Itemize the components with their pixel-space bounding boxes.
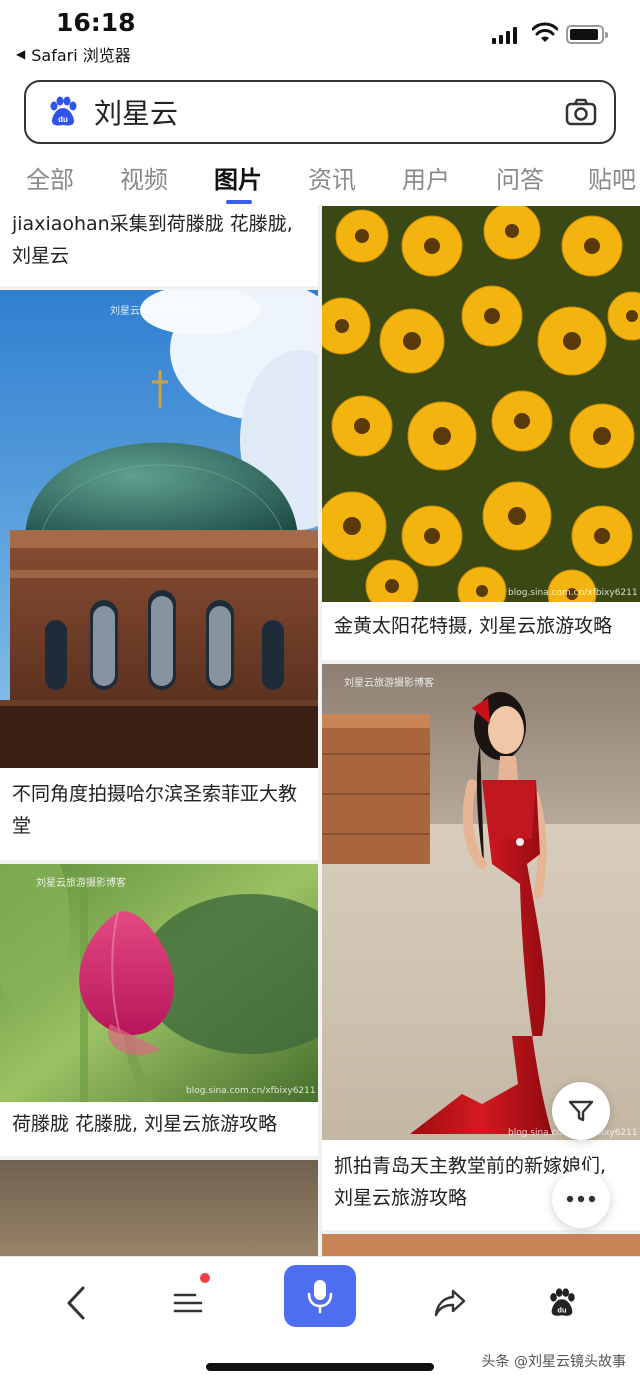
lotus-bud-photo[interactable] [0,864,318,1102]
tab-users[interactable]: 用户 [402,160,450,195]
result-caption: 金黄太阳花特摄, 刘星云旅游攻略 [334,615,613,637]
result-card[interactable] [322,1234,640,1256]
svg-text:du: du [557,1305,567,1314]
tab-qa[interactable]: 问答 [496,160,544,195]
camera-icon[interactable] [564,95,598,129]
tab-images[interactable]: 图片 [214,160,262,195]
category-tabs: 全部 视频 图片 资讯 用户 问答 贴吧 [0,158,640,206]
result-caption: 不同角度拍摄哈尔滨圣索菲亚大教堂 [12,783,298,837]
image-results-feed[interactable]: jiaxiaohan采集到荷滕胧 花滕胧, 刘星云 刘星云旅游摄影博客 不同角度… [0,206,640,1256]
menu-button[interactable] [158,1273,218,1333]
cellular-signal-icon [492,26,517,44]
tab-video[interactable]: 视频 [120,160,168,195]
svg-text:du: du [58,115,68,124]
filter-icon [568,1100,594,1122]
source-credit: 头条 @刘星云镜头故事 [481,1354,626,1370]
share-button[interactable] [420,1273,480,1333]
result-card[interactable]: 刘星云旅游摄影博客 blog.sina.com.cn/xfbixy6211 抓拍… [322,664,640,1230]
notification-dot [200,1273,210,1283]
sunset-photo[interactable] [0,1160,318,1256]
tab-news[interactable]: 资讯 [308,160,356,195]
battery-icon [566,25,608,44]
result-card[interactable]: jiaxiaohan采集到荷滕胧 花滕胧, 刘星云 [0,206,318,286]
tab-tieba[interactable]: 贴吧 [588,160,636,195]
back-app-label: Safari 浏览器 [31,46,131,65]
status-time: 16:18 [56,8,136,37]
baidu-home-button[interactable]: du [532,1273,592,1333]
sunflower-photo[interactable] [322,206,640,602]
result-card[interactable]: 刘星云旅游摄影博客 不同角度拍摄哈尔滨圣索菲亚大教堂 [0,290,318,860]
result-caption: 荷滕胧 花滕胧, 刘星云旅游攻略 [12,1113,278,1135]
photo-watermark: 刘星云旅游摄影博客 [344,678,434,689]
baidu-paw-icon: du [50,96,77,126]
baidu-paw-icon: du [550,1288,575,1316]
voice-search-button[interactable] [284,1265,356,1327]
more-options-button[interactable] [552,1170,610,1228]
status-bar: 16:18 ◀ Safari 浏览器 [0,0,640,70]
result-card[interactable]: 刘星云旅游摄影博客 blog.sina.com.cn/xfbixy6211 荷滕… [0,864,318,1156]
tab-all[interactable]: 全部 [26,160,74,195]
home-indicator [206,1363,434,1371]
photo-source-url: blog.sina.com.cn/xfbixy6211 [186,1086,316,1096]
wifi-icon [532,22,558,42]
back-button[interactable] [46,1273,106,1333]
bottom-toolbar: du 头条 @刘星云镜头故事 [0,1256,640,1384]
red-dress-photo[interactable] [322,664,640,1140]
microphone-icon [307,1280,333,1314]
photo-watermark: 刘星云旅游摄影博客 [110,306,200,317]
share-arrow-icon [434,1289,466,1317]
search-input[interactable]: 刘星云 [94,92,564,132]
menu-icon [173,1293,203,1313]
search-bar[interactable]: du 刘星云 [24,80,616,144]
filter-button[interactable] [552,1082,610,1140]
result-card[interactable]: blog.sina.com.cn/xfbixy6211 金黄太阳花特摄, 刘星云… [322,206,640,660]
result-caption: jiaxiaohan采集到荷滕胧 花滕胧, 刘星云 [12,213,293,267]
cathedral-photo[interactable] [0,290,318,768]
more-dots-icon [566,1195,596,1203]
active-tab-indicator [226,200,252,204]
back-to-safari-link[interactable]: ◀ Safari 浏览器 [16,42,131,66]
chevron-left-icon [67,1286,85,1320]
result-thumbnail[interactable] [322,1234,640,1256]
result-card[interactable] [0,1160,318,1256]
photo-source-url: blog.sina.com.cn/xfbixy6211 [508,588,638,598]
photo-watermark: 刘星云旅游摄影博客 [36,878,126,889]
back-triangle-icon: ◀ [16,47,26,61]
